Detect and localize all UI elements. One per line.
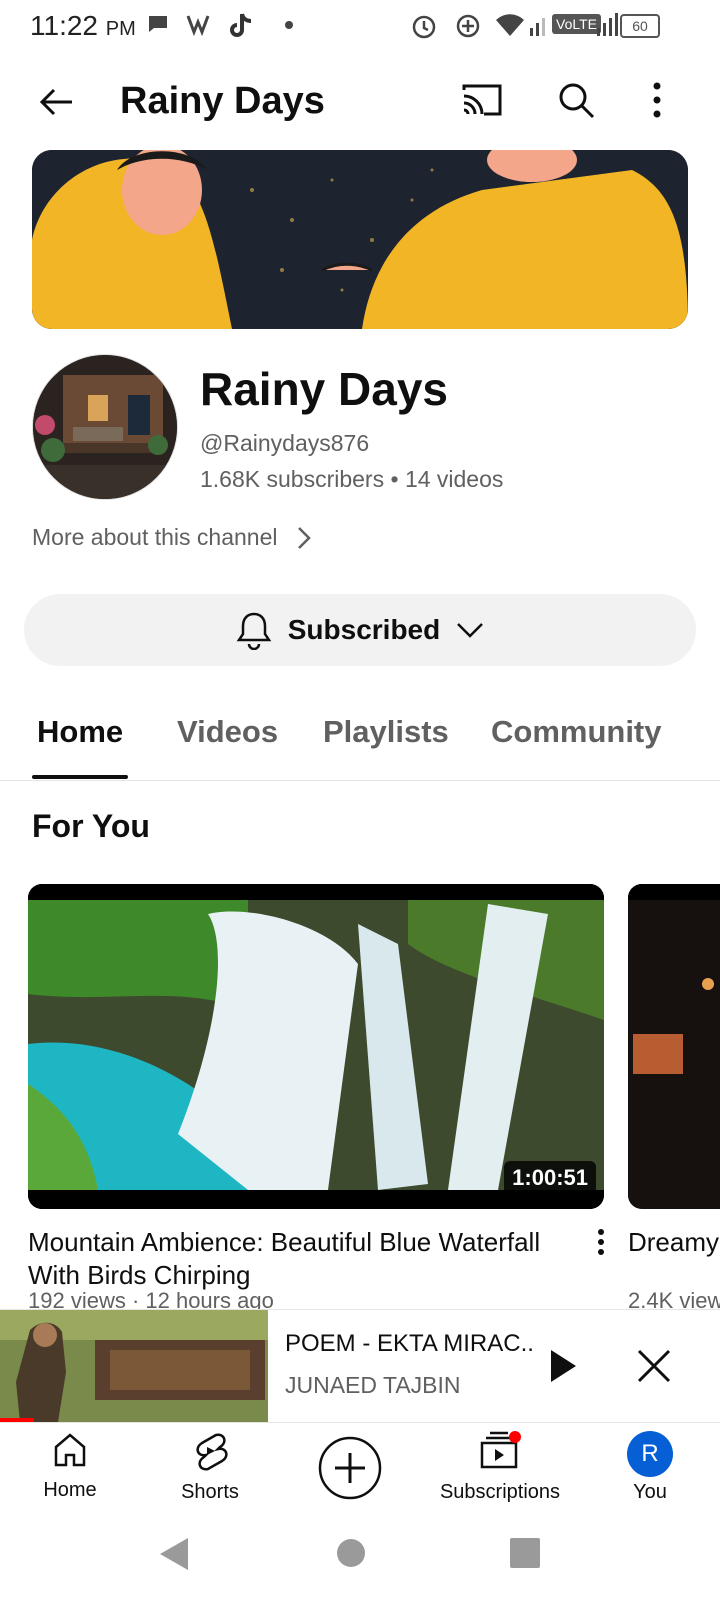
page-title: Rainy Days bbox=[120, 80, 325, 122]
more-about-channel-link[interactable]: More about this channel bbox=[32, 524, 312, 551]
video-thumbnail-2[interactable] bbox=[628, 884, 720, 1209]
app-bar: Rainy Days bbox=[0, 62, 720, 142]
signal-icon bbox=[530, 18, 545, 36]
nav-create[interactable] bbox=[290, 1435, 410, 1507]
channel-handle: @Rainydays876 bbox=[200, 430, 370, 456]
channel-avatar[interactable] bbox=[32, 354, 178, 500]
stats-separator: • bbox=[390, 466, 399, 492]
mini-player[interactable]: POEM - EKTA MIRAC.. JUNAED TAJBIN bbox=[0, 1309, 720, 1422]
video-count: 14 videos bbox=[404, 466, 504, 492]
tab-playlists[interactable]: Playlists bbox=[323, 714, 449, 750]
shorts-icon bbox=[196, 1433, 228, 1471]
mini-player-thumbnail[interactable] bbox=[0, 1310, 268, 1422]
app-notification-icon bbox=[186, 15, 210, 36]
play-icon[interactable] bbox=[548, 1348, 578, 1384]
battery-icon: 60 bbox=[620, 14, 660, 38]
status-time: 11:22 PM bbox=[30, 10, 136, 41]
channel-name: Rainy Days bbox=[200, 363, 449, 415]
more-about-label: More about this channel bbox=[32, 524, 278, 550]
avatar-icon: R bbox=[627, 1431, 673, 1477]
video-options-icon[interactable] bbox=[596, 1228, 606, 1256]
alarm-icon bbox=[412, 15, 436, 39]
tiktok-icon bbox=[230, 13, 252, 37]
channel-banner bbox=[32, 150, 688, 329]
section-title: For You bbox=[32, 808, 150, 844]
chat-notification-icon bbox=[149, 16, 167, 32]
video-title[interactable]: Mountain Ambience: Beautiful Blue Waterf… bbox=[28, 1226, 548, 1292]
data-saver-icon bbox=[456, 14, 480, 38]
nav-subscriptions-label: Subscriptions bbox=[439, 1481, 561, 1503]
tab-videos[interactable]: Videos bbox=[177, 714, 278, 750]
wifi-icon bbox=[496, 14, 524, 36]
system-navigation bbox=[0, 1532, 720, 1612]
system-recents-icon[interactable] bbox=[510, 1538, 540, 1568]
system-back-icon[interactable] bbox=[158, 1536, 190, 1572]
mini-player-artist: JUNAED TAJBIN bbox=[285, 1372, 461, 1398]
subscribed-button[interactable]: Subscribed bbox=[24, 594, 696, 666]
subscriptions-icon bbox=[480, 1431, 521, 1469]
mini-player-image bbox=[0, 1310, 268, 1422]
more-options-icon[interactable] bbox=[650, 80, 664, 120]
nav-shorts[interactable]: Shorts bbox=[150, 1431, 270, 1504]
volte-badge: VoLTE bbox=[552, 14, 601, 34]
nav-you-label: You bbox=[633, 1481, 667, 1503]
create-icon bbox=[318, 1436, 382, 1500]
avatar-image bbox=[33, 355, 177, 499]
nav-you[interactable]: R You bbox=[590, 1431, 710, 1504]
subscriber-count: 1.68K subscribers bbox=[200, 466, 385, 492]
channel-stats: 1.68K subscribers • 14 videos bbox=[200, 466, 503, 493]
mini-player-title: POEM - EKTA MIRAC.. bbox=[285, 1330, 534, 1357]
back-arrow-icon[interactable] bbox=[36, 82, 76, 122]
subscribed-label: Subscribed bbox=[287, 614, 441, 645]
channel-tabs: Home Videos Playlists Community bbox=[0, 700, 720, 781]
active-tab-indicator bbox=[32, 775, 128, 779]
banner-illustration bbox=[32, 150, 688, 329]
nav-home-label: Home bbox=[43, 1479, 97, 1501]
nav-home[interactable]: Home bbox=[10, 1431, 130, 1502]
search-icon[interactable] bbox=[556, 80, 596, 120]
close-icon[interactable] bbox=[636, 1348, 672, 1384]
tab-community[interactable]: Community bbox=[491, 714, 662, 750]
home-icon bbox=[54, 1433, 86, 1467]
video-title-2[interactable]: Dreamy Nighttime bbox=[628, 1226, 720, 1259]
cast-icon[interactable] bbox=[460, 82, 504, 118]
tab-home[interactable]: Home bbox=[37, 714, 123, 750]
signal-icon-2 bbox=[597, 13, 618, 36]
bottom-navigation: Home Shorts Subscriptions R You bbox=[0, 1422, 720, 1523]
system-home-icon[interactable] bbox=[336, 1538, 366, 1568]
nav-subscriptions[interactable]: Subscriptions bbox=[430, 1431, 570, 1504]
chevron-right-icon bbox=[297, 526, 311, 549]
more-notifications-icon bbox=[285, 21, 293, 29]
video-thumbnail[interactable]: 1:00:51 bbox=[28, 884, 604, 1209]
video-duration: 1:00:51 bbox=[504, 1161, 596, 1195]
bell-icon bbox=[236, 612, 272, 650]
cozy-room-image bbox=[628, 884, 720, 1209]
nav-shorts-label: Shorts bbox=[181, 1481, 239, 1503]
status-bar: 11:22 PM VoLTE 60 bbox=[0, 0, 720, 54]
chevron-down-icon bbox=[457, 623, 484, 638]
